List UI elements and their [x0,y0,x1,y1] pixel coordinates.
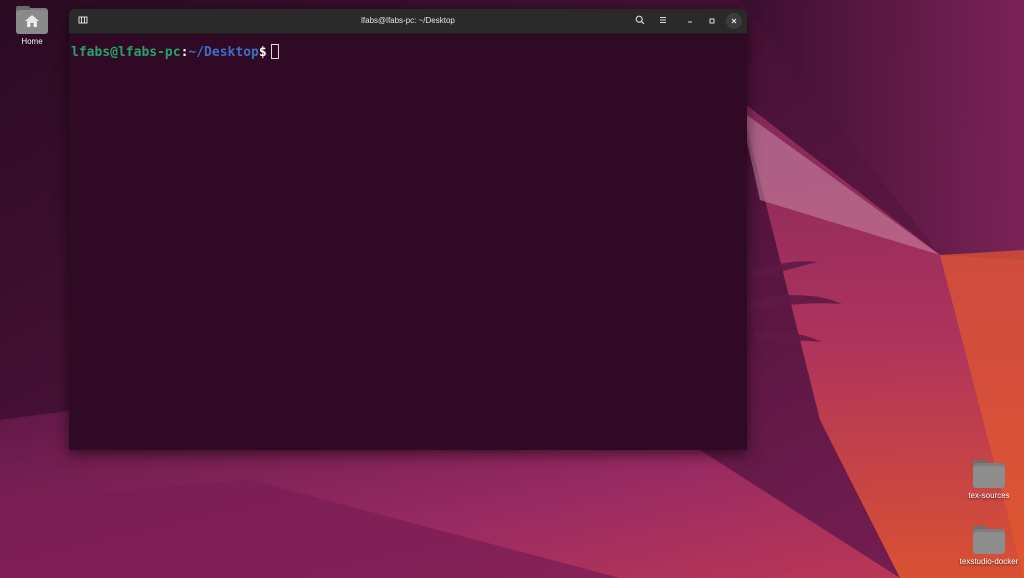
close-button[interactable] [726,13,742,29]
prompt-user-host: lfabs@lfabs-pc [71,45,181,60]
desktop-icon-label: Home [21,37,43,46]
maximize-icon [708,12,716,30]
desktop-icon-label: tex-sources [968,491,1010,500]
new-tab-button[interactable] [75,13,91,29]
desktop-icon-label: texstudio-docker [959,557,1019,566]
menu-button[interactable] [655,13,671,29]
terminal-titlebar[interactable]: lfabs@lfabs-pc: ~/Desktop [69,9,747,34]
minimize-button[interactable] [682,13,698,29]
search-icon [635,12,645,30]
home-folder-icon [16,6,48,34]
terminal-window[interactable]: lfabs@lfabs-pc: ~/Desktop lfabs@lfabs-pc… [69,9,747,450]
desktop-icon-texstudio-docker[interactable]: texstudio-docker [949,526,1024,566]
maximize-button[interactable] [704,13,720,29]
desktop-icon-tex-sources[interactable]: tex-sources [949,460,1024,500]
minimize-icon [686,12,694,30]
prompt-line: lfabs@lfabs-pc:~/Desktop$ [71,44,745,61]
desktop-icon-home[interactable]: Home [0,6,72,46]
prompt-symbol: $ [258,45,267,60]
desktop: Home tex-sources texstudio-docker lfabs@… [0,0,1024,578]
terminal-output-area[interactable]: lfabs@lfabs-pc:~/Desktop$ [69,34,747,450]
folder-icon [973,526,1005,554]
folder-icon [973,460,1005,488]
new-tab-icon [78,12,88,30]
hamburger-menu-icon [658,12,668,30]
text-cursor [270,44,279,59]
search-button[interactable] [632,13,648,29]
close-icon [730,12,738,30]
prompt-path: ~/Desktop [188,45,259,60]
